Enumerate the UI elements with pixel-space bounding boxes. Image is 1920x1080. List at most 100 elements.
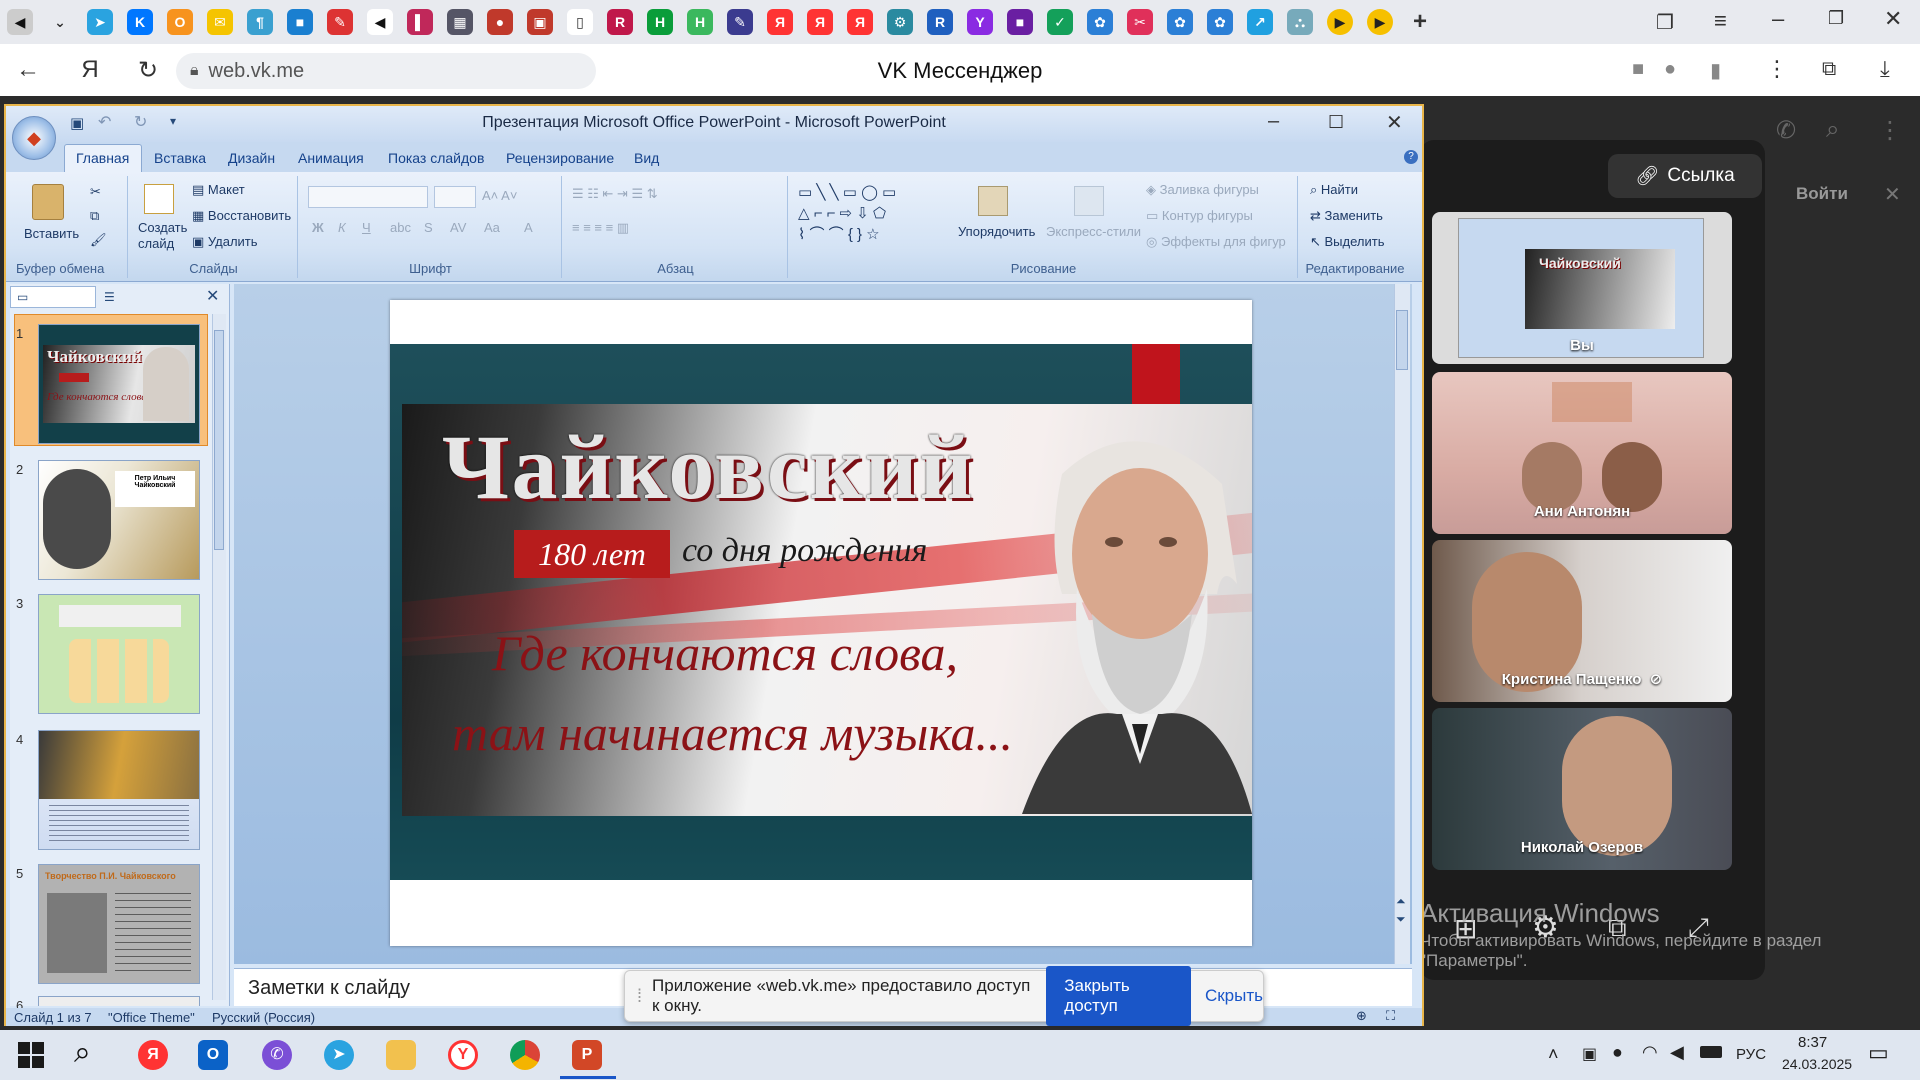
tab-design[interactable]: Дизайн bbox=[228, 150, 275, 166]
phone-icon[interactable]: ✆ bbox=[1776, 116, 1796, 145]
app-tab-icon[interactable]: ✎ bbox=[327, 9, 353, 35]
app-tab-icon[interactable]: ■ bbox=[1007, 9, 1033, 35]
app-tab-icon[interactable]: ✿ bbox=[1087, 9, 1113, 35]
chevron-down-icon[interactable]: ⌄ bbox=[47, 9, 73, 35]
doc-tab-icon[interactable]: ▯ bbox=[567, 9, 593, 35]
tray-app-icon[interactable]: ▣ bbox=[1582, 1044, 1597, 1064]
wifi-icon[interactable]: ◠ bbox=[1642, 1042, 1658, 1063]
search-icon[interactable]: ⌕ bbox=[74, 1036, 91, 1070]
case-icon[interactable]: Aa bbox=[484, 220, 500, 235]
speaker-tab-icon[interactable]: ◀ bbox=[7, 9, 33, 35]
windows-start-icon[interactable] bbox=[18, 1042, 44, 1068]
app-tab-icon[interactable]: ⚙ bbox=[887, 9, 913, 35]
yandex-icon[interactable]: Y bbox=[448, 1040, 478, 1070]
slide-thumbnail-3[interactable] bbox=[38, 594, 200, 714]
shape-outline-button[interactable]: ▭ Контур фигуры bbox=[1146, 208, 1253, 224]
battery-icon[interactable] bbox=[1700, 1046, 1722, 1058]
powerpoint-taskbar-icon[interactable]: P bbox=[572, 1040, 602, 1070]
mail-tab-icon[interactable]: ✉ bbox=[207, 9, 233, 35]
app-tab-icon[interactable]: R bbox=[607, 9, 633, 35]
font-name-box[interactable] bbox=[308, 186, 428, 208]
font-color-icon[interactable]: A bbox=[524, 220, 533, 235]
office-button[interactable]: ◆ bbox=[12, 116, 56, 160]
participant-tile[interactable]: Ани Антонян bbox=[1432, 372, 1732, 534]
chrome-icon[interactable] bbox=[510, 1040, 540, 1070]
arrange-icon[interactable] bbox=[978, 186, 1008, 216]
app-tab-icon[interactable]: H bbox=[687, 9, 713, 35]
slide-canvas[interactable]: Чайковский 180 лет со дня рождения Где к… bbox=[390, 300, 1252, 946]
new-slide-button[interactable]: Создать слайд bbox=[138, 220, 190, 252]
tab-review[interactable]: Рецензирование bbox=[506, 150, 614, 166]
more-icon[interactable]: ⋮ bbox=[1878, 116, 1902, 145]
collections-icon[interactable]: ⧉ bbox=[1822, 58, 1836, 81]
grow-font-icon[interactable]: A˄ A˅ bbox=[482, 188, 517, 203]
tab-view[interactable]: Вид bbox=[634, 150, 659, 166]
prev-slide-icon[interactable]: ⏶ bbox=[1396, 894, 1406, 909]
minimize-icon[interactable]: – bbox=[1268, 110, 1279, 133]
drag-handle-icon[interactable]: ⁞ bbox=[637, 986, 642, 1007]
slide-thumbnail-5[interactable]: Творчество П.И. Чайковского bbox=[38, 864, 200, 984]
more-icon[interactable]: ⋮ bbox=[1766, 56, 1788, 82]
participant-tile[interactable]: Николай Озеров bbox=[1432, 708, 1732, 870]
vertical-scrollbar[interactable] bbox=[1394, 284, 1410, 964]
close-pane-icon[interactable]: ✕ bbox=[206, 286, 219, 306]
arrange-button[interactable]: Упорядочить bbox=[958, 224, 1035, 239]
slide-thumbnail-2[interactable]: Петр Ильич Чайковский bbox=[38, 460, 200, 580]
login-button[interactable]: Войти bbox=[1796, 184, 1848, 204]
find-button[interactable]: ⌕ Найти bbox=[1310, 182, 1358, 198]
paste-button[interactable]: Вставить bbox=[24, 226, 79, 241]
help-icon[interactable]: ? bbox=[1404, 150, 1418, 164]
tray-chevron-icon[interactable]: ˄ bbox=[1548, 1044, 1559, 1065]
speaker-tab-icon[interactable]: ◀ bbox=[367, 9, 393, 35]
outlook-icon[interactable]: O bbox=[198, 1040, 228, 1070]
new-tab-icon[interactable]: + bbox=[1407, 8, 1433, 35]
app-tab-icon[interactable]: H bbox=[647, 9, 673, 35]
shadow-icon[interactable]: S bbox=[424, 220, 433, 235]
yandex-tab-icon[interactable]: Я bbox=[847, 9, 873, 35]
play-tab-icon[interactable]: ▶ bbox=[1327, 9, 1353, 35]
bookmark-icon[interactable]: ▮ bbox=[1710, 58, 1721, 83]
quick-styles-button[interactable]: Экспресс-стили bbox=[1046, 224, 1141, 239]
app-tab-icon[interactable]: Y bbox=[967, 9, 993, 35]
tab-home-label[interactable]: Главная bbox=[76, 150, 129, 166]
app-tab-icon[interactable]: ¶ bbox=[247, 9, 273, 35]
close-icon[interactable]: ✕ bbox=[1386, 110, 1403, 135]
app-tab-icon[interactable]: ✿ bbox=[1167, 9, 1193, 35]
tab-insert[interactable]: Вставка bbox=[154, 150, 206, 166]
yandex-tab-icon[interactable]: Я bbox=[807, 9, 833, 35]
viber-icon[interactable]: ✆ bbox=[262, 1040, 292, 1070]
close-icon[interactable]: ✕ bbox=[1884, 6, 1902, 32]
file-explorer-icon[interactable] bbox=[386, 1040, 416, 1070]
app-tab-icon[interactable]: ✿ bbox=[1207, 9, 1233, 35]
participant-tile[interactable]: Кристина Пащенко ⊘ bbox=[1432, 540, 1732, 702]
app-tab-icon[interactable]: ■ bbox=[287, 9, 313, 35]
outline-tab[interactable]: ☰ bbox=[98, 288, 172, 308]
slide-thumbnail-6[interactable] bbox=[38, 996, 200, 1006]
microphone-icon[interactable]: ● bbox=[1664, 58, 1676, 81]
link-button[interactable]: 🔗︎ Ссылка bbox=[1608, 154, 1762, 198]
ok-tab-icon[interactable]: О bbox=[167, 9, 193, 35]
stop-sharing-button[interactable]: Закрыть доступ bbox=[1046, 966, 1191, 1026]
shapes-gallery[interactable]: ▭ ╲ ╲ ▭ ◯ ▭ △ ⌐ ⌐ ⇨ ⇩ ⬠ ⌇ ⌒ ⌒ { } ☆ bbox=[798, 182, 896, 245]
back-button[interactable]: ← bbox=[8, 50, 48, 90]
bullets-icon[interactable]: ☰ ☷ ⇤ ⇥ ☰ ⇅ bbox=[572, 186, 658, 202]
font-size-box[interactable] bbox=[434, 186, 476, 208]
new-slide-icon[interactable] bbox=[144, 184, 174, 214]
delete-button[interactable]: ▣ Удалить bbox=[192, 234, 258, 250]
tabs-menu-icon[interactable]: ❐ bbox=[1656, 10, 1674, 35]
slide-thumbnail-4[interactable] bbox=[38, 730, 200, 850]
app-tab-icon[interactable]: ↗ bbox=[1247, 9, 1273, 35]
restore-icon[interactable]: ❐ bbox=[1828, 8, 1844, 29]
yandex-logo-icon[interactable]: Я bbox=[70, 50, 110, 90]
select-button[interactable]: ↖ Выделить bbox=[1310, 234, 1385, 250]
fit-to-window-icon[interactable]: ⛶ bbox=[1386, 1008, 1395, 1024]
cut-icon[interactable]: ✂ bbox=[90, 184, 101, 200]
app-tab-icon[interactable]: ⛬ bbox=[1287, 9, 1313, 35]
vk-tab-icon[interactable]: K bbox=[127, 9, 153, 35]
strikethrough-icon[interactable]: abc bbox=[390, 220, 411, 235]
slides-tab[interactable]: ▭ bbox=[10, 286, 96, 308]
tab-animation[interactable]: Анимация bbox=[298, 150, 364, 166]
copy-icon[interactable]: ⧉ bbox=[90, 208, 99, 224]
maximize-icon[interactable]: ☐ bbox=[1328, 112, 1344, 133]
close-icon[interactable]: ✕ bbox=[1884, 182, 1901, 207]
